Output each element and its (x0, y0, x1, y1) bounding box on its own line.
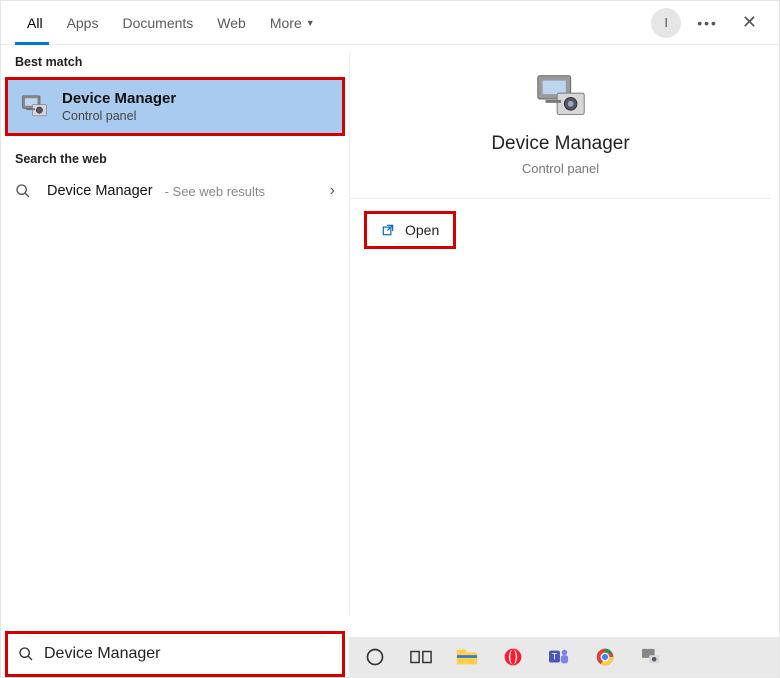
search-icon (18, 646, 34, 662)
chevron-right-icon: › (330, 182, 335, 200)
opera-icon[interactable] (501, 645, 525, 669)
close-button[interactable]: ✕ (734, 8, 765, 37)
search-input[interactable] (44, 645, 332, 663)
highlight-best-match: Device Manager Control panel (5, 77, 345, 136)
device-manager-taskbar-icon[interactable] (639, 645, 663, 669)
cortana-icon[interactable] (363, 645, 387, 669)
open-label: Open (405, 222, 439, 238)
web-result-label: Device Manager (47, 183, 153, 199)
best-match-subtitle: Control panel (62, 109, 176, 123)
highlight-search-bar (5, 631, 345, 677)
device-manager-icon (20, 92, 50, 122)
more-options-icon[interactable]: ••• (697, 15, 718, 31)
tab-documents[interactable]: Documents (110, 1, 205, 44)
search-bar[interactable] (8, 634, 342, 674)
open-icon (381, 223, 395, 237)
best-match-title: Device Manager (62, 90, 176, 107)
task-view-icon[interactable] (409, 645, 433, 669)
teams-icon[interactable]: T (547, 645, 571, 669)
chevron-down-icon: ▼ (306, 18, 315, 28)
best-match-result[interactable]: Device Manager Control panel (8, 80, 342, 133)
results-pane: Best match Device Manager Control panel (1, 45, 349, 615)
search-tabs: All Apps Documents Web More ▼ I ••• ✕ (1, 1, 779, 45)
highlight-open-action: Open (364, 211, 456, 249)
preview-title: Device Manager (366, 133, 755, 155)
preview-subtitle: Control panel (366, 161, 755, 176)
section-best-match: Best match (1, 45, 349, 75)
tab-more-label: More (270, 15, 302, 31)
taskbar: T (349, 637, 779, 677)
open-action[interactable]: Open (367, 214, 453, 246)
web-result-hint: - See web results (165, 184, 265, 199)
svg-text:T: T (552, 652, 558, 662)
best-match-text: Device Manager Control panel (62, 90, 176, 123)
tab-web[interactable]: Web (205, 1, 258, 44)
tab-more[interactable]: More ▼ (258, 1, 327, 44)
tab-apps[interactable]: Apps (55, 1, 111, 44)
section-search-web: Search the web (1, 142, 349, 172)
preview-pane: Device Manager Control panel Open (349, 53, 771, 615)
file-explorer-icon[interactable] (455, 645, 479, 669)
web-result-row[interactable]: Device Manager - See web results › (1, 172, 349, 210)
tab-all[interactable]: All (15, 1, 55, 44)
device-manager-large-icon (532, 73, 590, 123)
chrome-icon[interactable] (593, 645, 617, 669)
search-icon (15, 183, 35, 199)
user-avatar[interactable]: I (651, 8, 681, 38)
preview-card: Device Manager Control panel (350, 53, 771, 199)
